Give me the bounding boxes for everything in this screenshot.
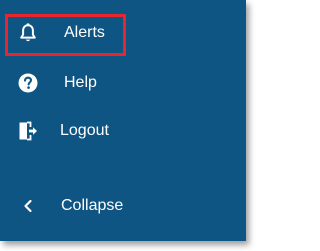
question-circle-icon bbox=[17, 72, 39, 94]
logout-icon bbox=[17, 120, 39, 142]
sidebar-panel: Alerts Help Logout Collapse bbox=[0, 0, 246, 241]
chevron-left-icon bbox=[17, 195, 39, 217]
sidebar-item-logout[interactable]: Logout bbox=[0, 112, 230, 150]
bell-icon bbox=[17, 22, 39, 44]
sidebar-item-label: Logout bbox=[60, 122, 109, 139]
sidebar-item-collapse[interactable]: Collapse bbox=[0, 187, 230, 225]
sidebar-item-help[interactable]: Help bbox=[0, 64, 230, 102]
sidebar-item-alerts[interactable]: Alerts bbox=[0, 14, 230, 52]
screenshot-frame: Alerts Help Logout Collapse bbox=[0, 0, 256, 251]
sidebar-item-label: Help bbox=[64, 74, 97, 91]
sidebar-item-label: Alerts bbox=[64, 24, 105, 41]
sidebar-item-label: Collapse bbox=[61, 197, 124, 214]
